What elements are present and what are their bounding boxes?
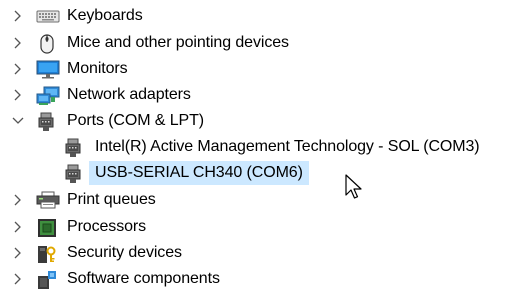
chevron-right-icon[interactable] <box>13 267 27 291</box>
port-icon <box>65 164 83 183</box>
tree-item-label: Network adapters <box>67 86 191 103</box>
chevron-right-icon[interactable] <box>13 188 27 212</box>
security-device-icon <box>37 244 56 263</box>
monitor-icon <box>36 60 60 79</box>
tree-item-keyboards[interactable]: Keyboards <box>0 4 521 28</box>
tree-item-processors[interactable]: Processors <box>0 215 521 239</box>
tree-item-label: Print queues <box>67 191 156 208</box>
chevron-right-icon[interactable] <box>13 4 27 28</box>
tree-item-print-queues[interactable]: Print queues <box>0 188 521 212</box>
tree-item-software-components[interactable]: Software components <box>0 267 521 291</box>
tree-item-label: Intel(R) Active Management Technology - … <box>95 138 480 155</box>
port-icon <box>38 112 56 131</box>
port-icon <box>65 138 83 157</box>
printer-icon <box>36 191 60 209</box>
tree-item-ports[interactable]: Ports (COM & LPT) <box>0 109 521 133</box>
mouse-icon <box>38 34 56 54</box>
tree-item-label: Processors <box>67 218 147 235</box>
tree-item-label: USB-SERIAL CH340 (COM6) <box>89 161 309 185</box>
chevron-right-icon[interactable] <box>13 83 27 107</box>
tree-item-monitors[interactable]: Monitors <box>0 57 521 81</box>
tree-item-network-adapters[interactable]: Network adapters <box>0 83 521 107</box>
network-adapter-icon <box>36 86 60 105</box>
chevron-right-icon[interactable] <box>13 215 27 239</box>
mouse-pointer-icon <box>345 174 363 202</box>
tree-item-label: Keyboards <box>67 7 143 24</box>
tree-item-label: Mice and other pointing devices <box>67 34 289 51</box>
device-tree[interactable]: Keyboards Mice and other pointing device… <box>0 0 521 293</box>
chevron-down-icon[interactable] <box>11 109 25 133</box>
tree-item-security-devices[interactable]: Security devices <box>0 241 521 265</box>
tree-item-label: Ports (COM & LPT) <box>67 112 204 129</box>
tree-item-label: Monitors <box>67 60 128 77</box>
tree-item-intel-amt-sol[interactable]: Intel(R) Active Management Technology - … <box>0 135 521 159</box>
tree-item-label: Software components <box>67 270 220 287</box>
chevron-right-icon[interactable] <box>13 57 27 81</box>
tree-item-label: Security devices <box>67 244 182 261</box>
software-component-icon <box>37 270 56 289</box>
tree-item-usb-serial-ch340[interactable]: USB-SERIAL CH340 (COM6) <box>0 161 521 185</box>
keyboard-icon <box>36 7 60 25</box>
processor-icon <box>37 218 56 237</box>
chevron-right-icon[interactable] <box>13 31 27 55</box>
tree-item-mice[interactable]: Mice and other pointing devices <box>0 31 521 55</box>
chevron-right-icon[interactable] <box>13 241 27 265</box>
